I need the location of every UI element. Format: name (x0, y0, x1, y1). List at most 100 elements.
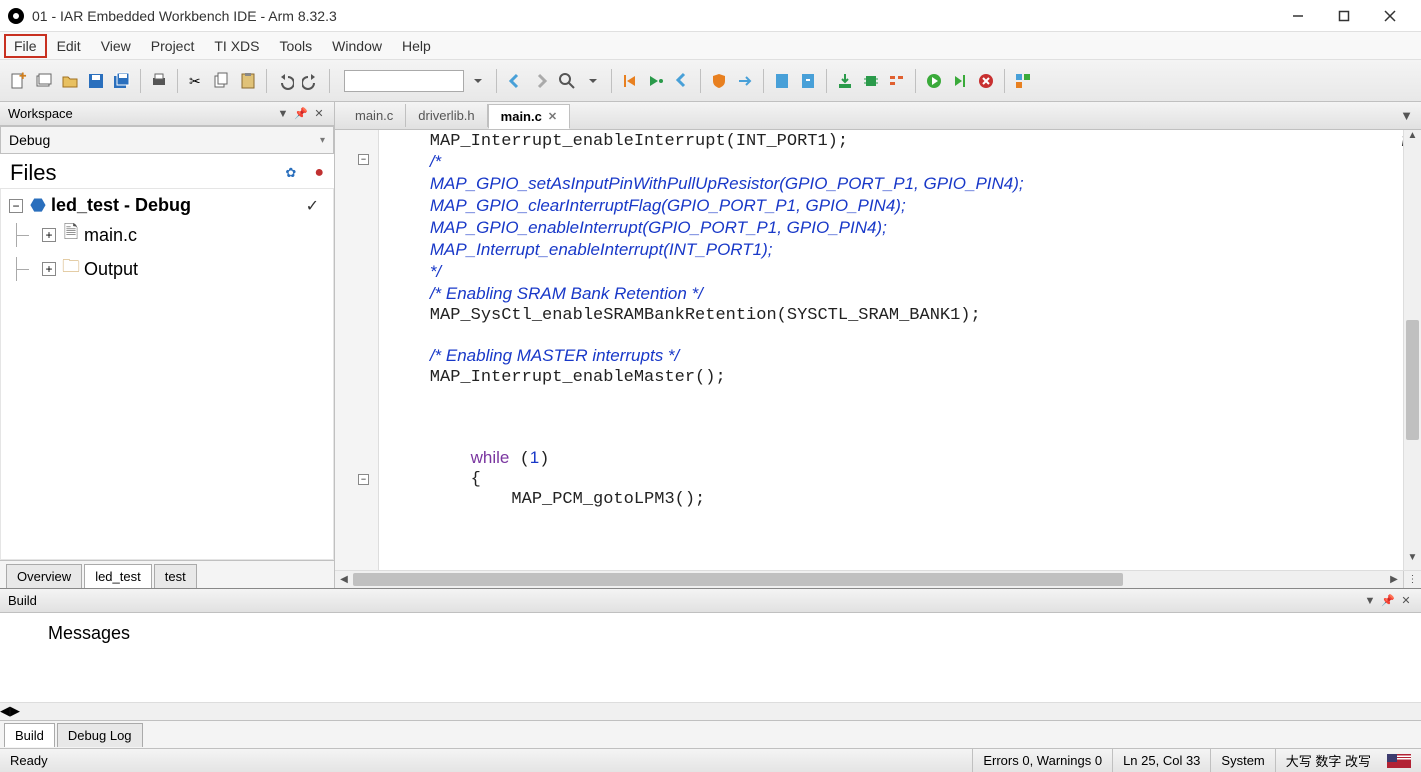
menu-window[interactable]: Window (322, 34, 392, 58)
menu-view[interactable]: View (91, 34, 141, 58)
panel-close-icon[interactable]: ✕ (312, 107, 326, 121)
scrollbar-thumb[interactable] (353, 573, 1123, 586)
build-messages[interactable]: Messages ◀ ▶ (0, 613, 1421, 720)
step-back-button[interactable] (618, 69, 642, 93)
run-to-button[interactable] (948, 69, 972, 93)
menu-edit[interactable]: Edit (47, 34, 91, 58)
fold-collapse-icon[interactable]: − (358, 474, 369, 485)
horizontal-scrollbar[interactable]: ◀ ▶ ⋮ (335, 570, 1421, 588)
new-ws-button[interactable] (32, 69, 56, 93)
tree-expand-icon[interactable]: + (42, 228, 56, 242)
code-editor[interactable]: MAP_Interrupt_enableInterrupt(INT_PORT1)… (379, 130, 1403, 570)
paste-button[interactable] (236, 69, 260, 93)
build-tab-build[interactable]: Build (4, 723, 55, 747)
tab-overflow-icon[interactable]: ▼ (1392, 108, 1421, 123)
status-system: System (1210, 749, 1274, 772)
redo-button[interactable] (299, 69, 323, 93)
tree-collapse-icon[interactable]: − (9, 199, 23, 213)
menu-tools[interactable]: Tools (269, 34, 322, 58)
build-config-select[interactable]: Debug ▾ (0, 126, 334, 154)
download-button[interactable] (833, 69, 857, 93)
flag-icon[interactable] (1387, 754, 1411, 768)
panel-pin-icon[interactable]: 📌 (1381, 594, 1395, 608)
status-dot-icon: ● (314, 164, 324, 182)
panel-pin-icon[interactable]: 📌 (294, 107, 308, 121)
find-button[interactable] (555, 69, 579, 93)
tree-folder-row[interactable]: + 🗀 Output (9, 252, 325, 286)
panel-close-icon[interactable]: ✕ (1399, 594, 1413, 608)
toolbar-search-input[interactable] (344, 70, 464, 92)
scroll-right-icon[interactable]: ▶ (10, 703, 20, 720)
close-icon[interactable]: ✕ (548, 110, 557, 123)
scroll-right-icon[interactable]: ▶ (1385, 571, 1403, 588)
gear-icon[interactable]: ✿ (285, 165, 296, 181)
menu-project[interactable]: Project (141, 34, 205, 58)
open-button[interactable] (58, 69, 82, 93)
workspace-tree[interactable]: − ⬣ led_test - Debug ✓ + 🗎 main.c + 🗀 Ou… (0, 188, 334, 560)
split-icon[interactable]: ⋮ (1403, 571, 1421, 588)
run-button[interactable] (922, 69, 946, 93)
workspace-tab-test[interactable]: test (154, 564, 197, 588)
editor-area: main.cdriverlib.hmain.c✕▼ f() − − MAP_In… (335, 102, 1421, 588)
fold-collapse-icon[interactable]: − (358, 154, 369, 165)
build-tab-debug-log[interactable]: Debug Log (57, 723, 143, 747)
stop-button[interactable] (974, 69, 998, 93)
layout-button[interactable] (1011, 69, 1035, 93)
tree-expand-icon[interactable]: + (42, 262, 56, 276)
dropdown-button[interactable] (581, 69, 605, 93)
chevron-down-icon: ▾ (320, 135, 325, 146)
copy-button[interactable] (210, 69, 234, 93)
settings-mini-button[interactable] (885, 69, 909, 93)
chip-button[interactable] (859, 69, 883, 93)
scroll-left-icon[interactable]: ◀ (0, 703, 10, 720)
tree-project-row[interactable]: − ⬣ led_test - Debug ✓ (9, 193, 325, 218)
folder-icon: 🗀 (62, 254, 80, 284)
file-icon: 🗎 (62, 220, 80, 250)
workspace-title: Workspace (8, 106, 272, 121)
tree-file-row[interactable]: + 🗎 main.c (9, 218, 325, 252)
menu-ti-xds[interactable]: TI XDS (204, 34, 269, 58)
scroll-left-icon[interactable]: ◀ (335, 571, 353, 588)
undo-button[interactable] (273, 69, 297, 93)
menu-help[interactable]: Help (392, 34, 441, 58)
panel-dropdown-icon[interactable]: ▼ (1363, 594, 1377, 608)
tree-item-label: main.c (84, 225, 137, 246)
build-hscroll[interactable]: ◀ ▶ (0, 702, 1421, 720)
menu-file[interactable]: File (4, 34, 47, 58)
save-all-button[interactable] (110, 69, 134, 93)
nav-back-button[interactable] (503, 69, 527, 93)
vertical-scrollbar[interactable]: ▲ ▼ (1403, 130, 1421, 570)
cube-icon: ⬣ (29, 195, 47, 216)
editor-tab[interactable]: main.c✕ (488, 104, 570, 129)
editor-gutter[interactable]: − − (335, 130, 379, 570)
close-button[interactable] (1367, 1, 1413, 31)
maximize-button[interactable] (1321, 1, 1367, 31)
minimize-button[interactable] (1275, 1, 1321, 31)
print-button[interactable] (147, 69, 171, 93)
build-header: Build ▼ 📌 ✕ (0, 589, 1421, 613)
scroll-up-icon[interactable]: ▲ (1404, 130, 1421, 148)
bookmark-toggle-button[interactable] (770, 69, 794, 93)
cut-button[interactable]: ✂ (184, 69, 208, 93)
bookmark-next-button[interactable] (796, 69, 820, 93)
step-to-button[interactable] (644, 69, 668, 93)
shield-button[interactable] (707, 69, 731, 93)
scroll-down-icon[interactable]: ▼ (1404, 552, 1421, 570)
workspace-tab-overview[interactable]: Overview (6, 564, 82, 588)
workspace-tab-led_test[interactable]: led_test (84, 564, 152, 588)
save-button[interactable] (84, 69, 108, 93)
scrollbar-thumb[interactable] (1406, 320, 1419, 440)
new-file-button[interactable]: ✚ (6, 69, 30, 93)
workspace-header: Workspace ▼ 📌 ✕ (0, 102, 334, 126)
search-dropdown-icon[interactable] (466, 69, 490, 93)
arrow-right-button[interactable] (733, 69, 757, 93)
build-config-value: Debug (9, 132, 50, 148)
panel-dropdown-icon[interactable]: ▼ (276, 107, 290, 121)
editor-tab[interactable]: main.c (343, 104, 406, 127)
check-icon: ✓ (306, 196, 325, 216)
editor-tab-label: driverlib.h (418, 108, 474, 123)
nav-fwd-button[interactable] (529, 69, 553, 93)
step-next-button[interactable] (670, 69, 694, 93)
editor-tab[interactable]: driverlib.h (406, 104, 487, 127)
workspace-tabs: Overviewled_testtest (0, 560, 334, 588)
